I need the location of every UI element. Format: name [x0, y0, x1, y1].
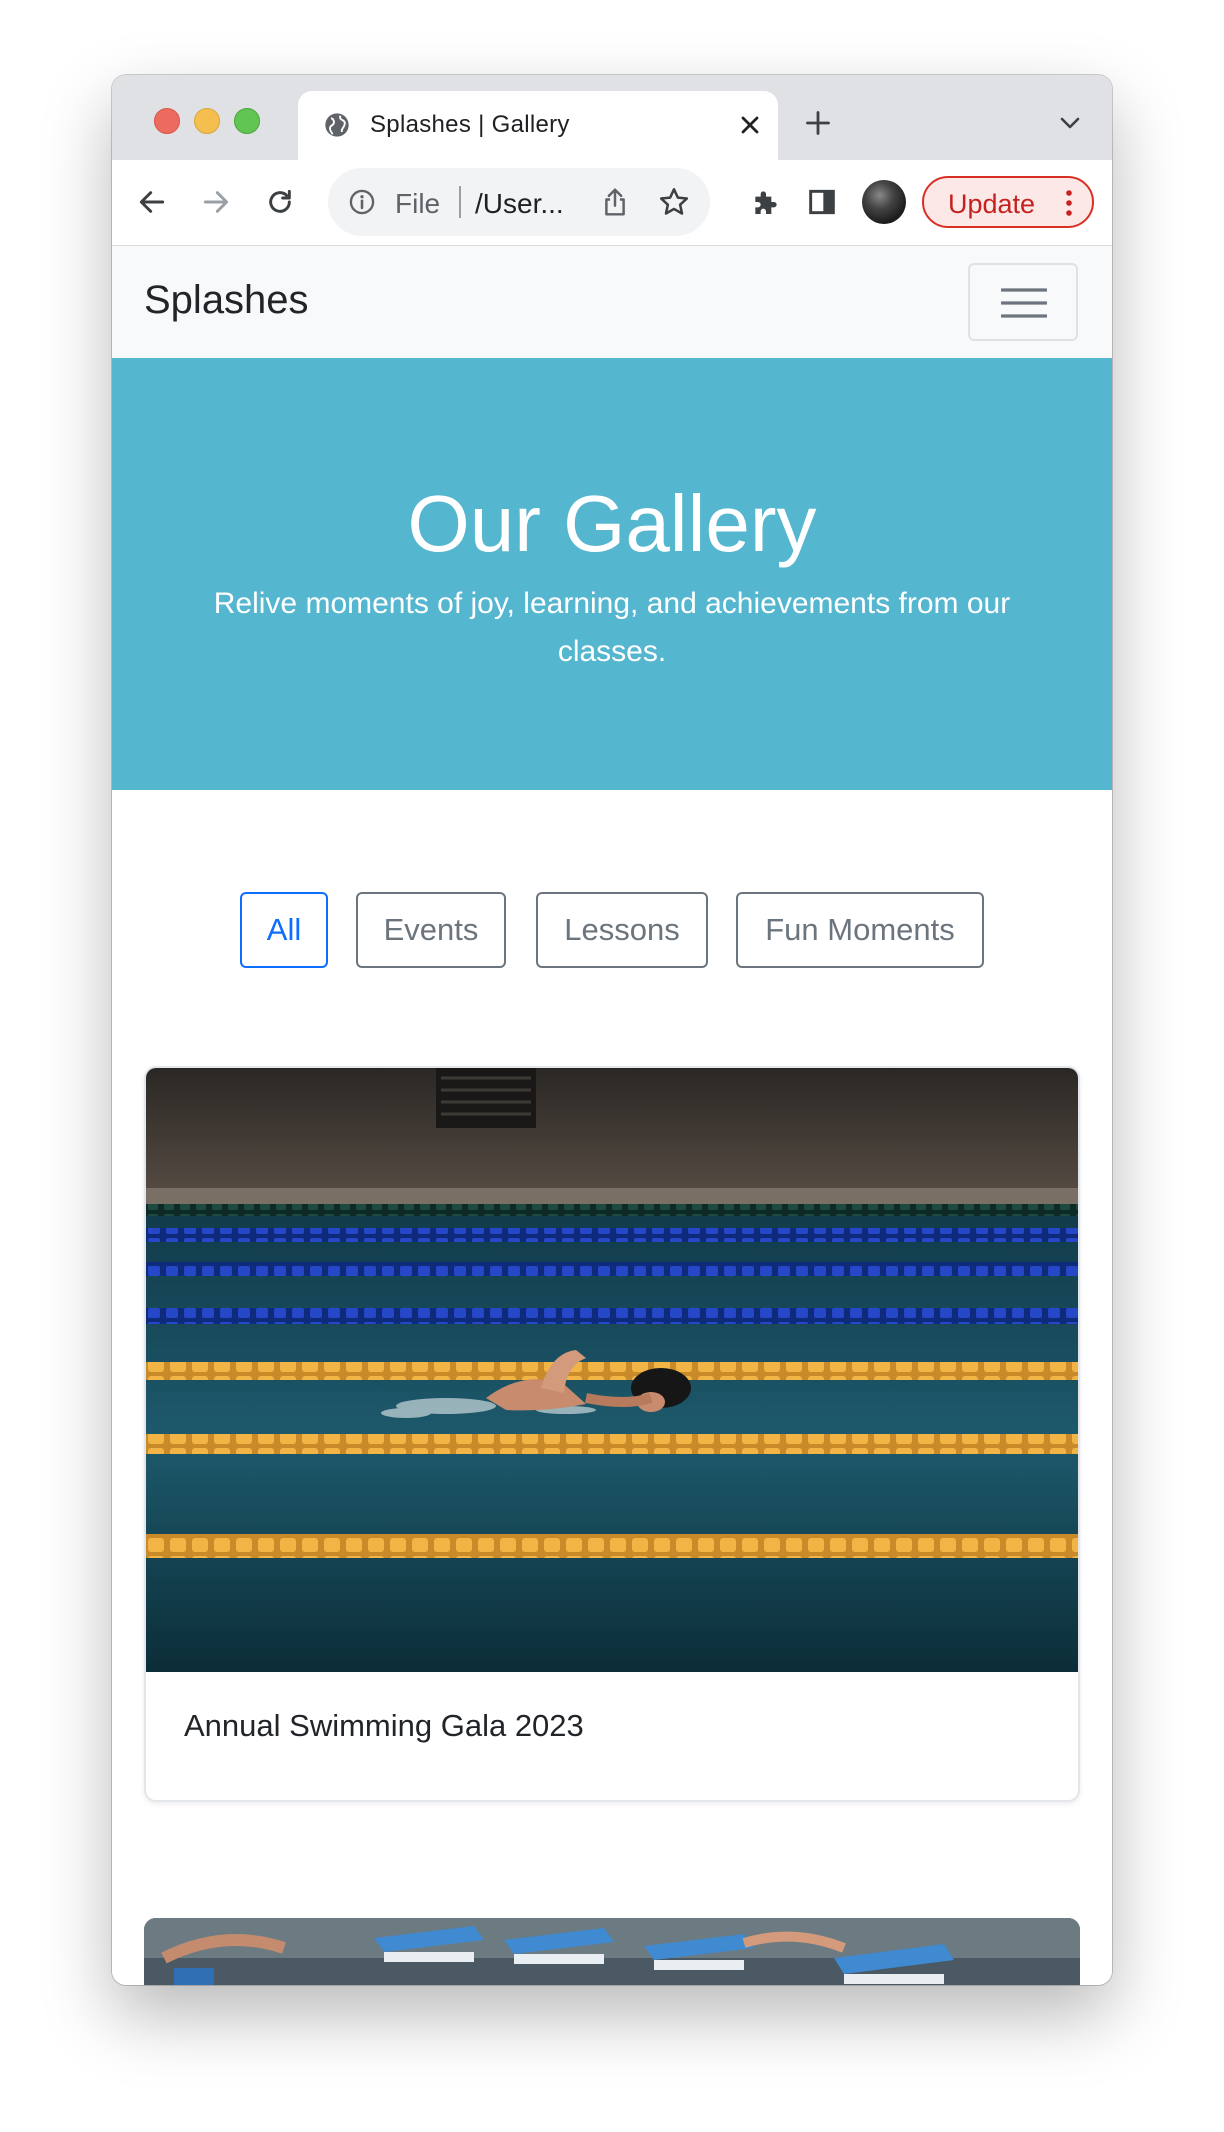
filter-fun-moments-button[interactable]: Fun Moments	[736, 892, 984, 968]
page-viewport: Splashes Our Gallery Relive moments of j…	[112, 246, 1112, 1985]
hamburger-menu-icon	[1001, 288, 1047, 318]
browser-toolbar: File /User... Update	[112, 160, 1112, 246]
hero-banner: Our Gallery Relive moments of joy, learn…	[112, 358, 1112, 790]
share-icon[interactable]	[600, 186, 630, 218]
reload-icon[interactable]	[264, 186, 296, 218]
hero-title: Our Gallery	[407, 479, 817, 568]
filter-events-button[interactable]: Events	[356, 892, 506, 968]
tab-strip: Splashes | Gallery	[112, 75, 1112, 160]
chevron-down-icon[interactable]	[1058, 113, 1082, 133]
active-tab[interactable]: Splashes | Gallery	[298, 91, 778, 160]
update-label: Update	[948, 189, 1036, 219]
swimmer-freestyle-pool-photo	[146, 1068, 1078, 1672]
maximize-window-button[interactable]	[234, 108, 260, 134]
close-window-button[interactable]	[154, 108, 180, 134]
navbar-toggler-button[interactable]	[968, 263, 1078, 341]
browser-window: Splashes | Gallery File /User... Update …	[112, 75, 1112, 1985]
minimize-window-button[interactable]	[194, 108, 220, 134]
close-icon[interactable]	[736, 111, 764, 139]
puzzle-extension-icon[interactable]	[750, 186, 782, 218]
side-panel-icon[interactable]	[806, 186, 838, 218]
url-divider	[459, 186, 461, 218]
more-vertical-icon[interactable]	[1064, 188, 1074, 218]
filter-lessons-button[interactable]: Lessons	[536, 892, 708, 968]
hero-subtitle: Relive moments of joy, learning, and ach…	[213, 587, 1011, 668]
filter-all-button[interactable]: All	[240, 892, 328, 968]
info-icon[interactable]	[348, 188, 376, 216]
site-navbar: Splashes	[112, 246, 1112, 358]
gallery-card-partial[interactable]	[144, 1918, 1080, 1985]
gallery-card[interactable]: Annual Swimming Gala 2023	[144, 1066, 1080, 1802]
address-bar[interactable]: File /User...	[328, 168, 710, 236]
plus-icon[interactable]	[804, 109, 832, 137]
profile-avatar[interactable]	[862, 180, 906, 224]
gallery-filter-group: All Events Lessons Fun Moments	[112, 892, 1112, 968]
globe-icon	[325, 113, 349, 137]
gallery-card-title: Annual Swimming Gala 2023	[184, 1708, 584, 1743]
forward-arrow-icon[interactable]	[200, 186, 232, 218]
navbar-brand[interactable]: Splashes	[144, 278, 309, 323]
swim-start-blocks-photo	[144, 1918, 1080, 1985]
url-scheme-label: File	[395, 188, 441, 219]
star-icon[interactable]	[658, 186, 690, 218]
url-text[interactable]: /User...	[475, 188, 564, 220]
update-button[interactable]: Update	[922, 176, 1094, 228]
back-arrow-icon[interactable]	[136, 186, 168, 218]
tab-title: Splashes | Gallery	[370, 111, 570, 138]
